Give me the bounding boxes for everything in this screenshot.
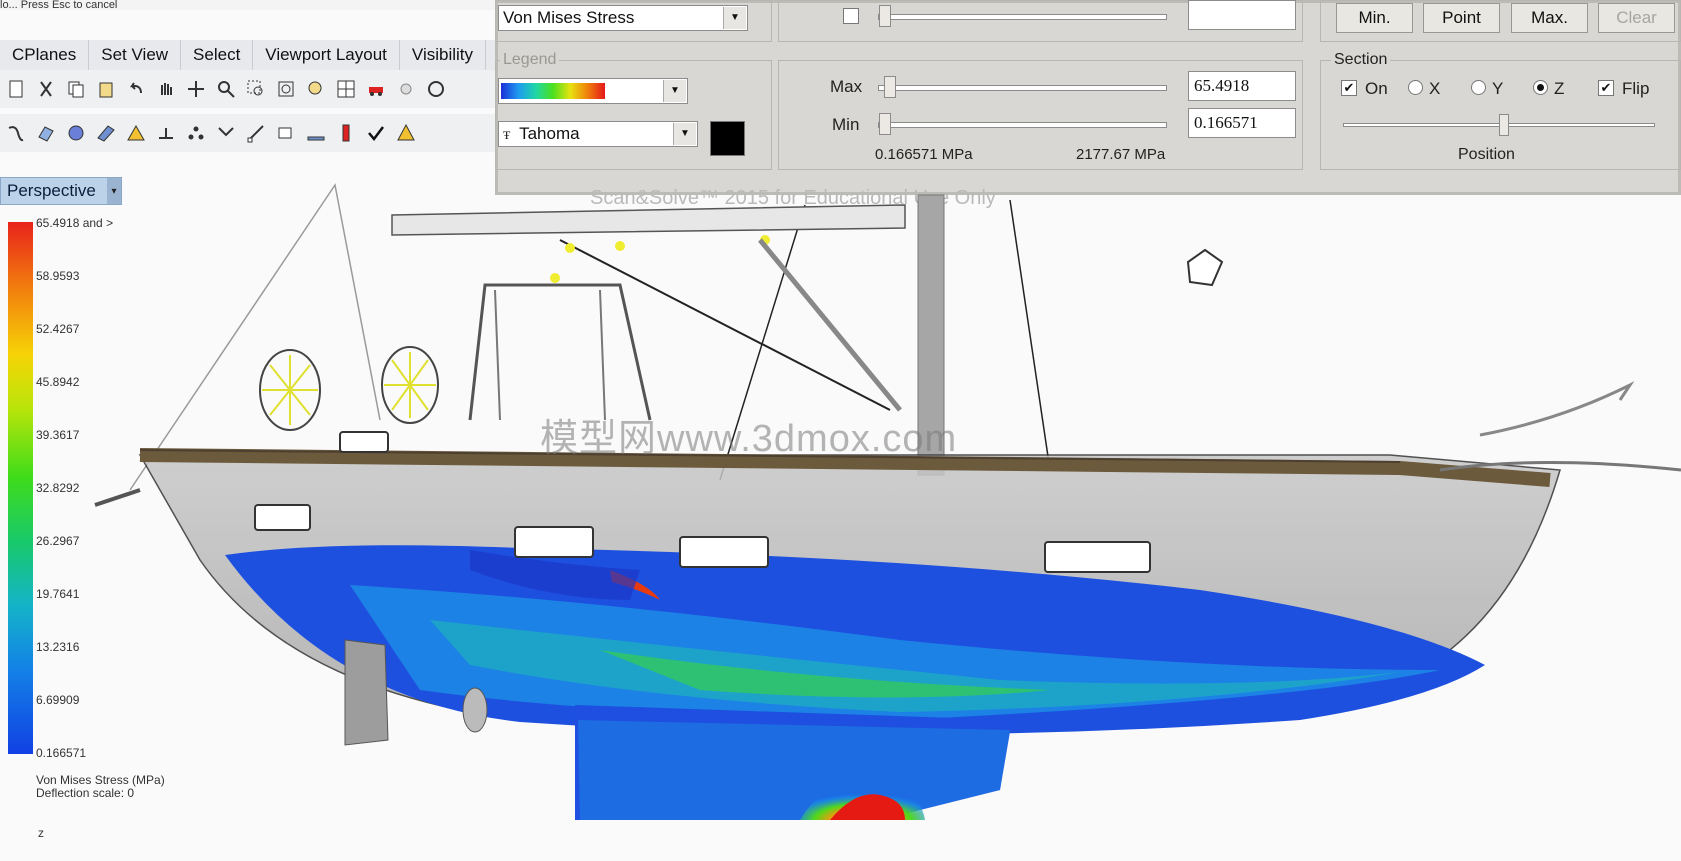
light-icon[interactable] <box>394 77 418 101</box>
top-value-field[interactable] <box>1188 0 1296 30</box>
edit-points-icon[interactable] <box>244 121 268 145</box>
zoom-extents-icon[interactable] <box>274 77 298 101</box>
section-on-checkbox[interactable]: ✔ <box>1341 80 1357 96</box>
render-icon[interactable] <box>124 121 148 145</box>
section-flip-label: Flip <box>1622 79 1650 98</box>
rotate-view-icon[interactable] <box>184 77 208 101</box>
drafting-icon[interactable] <box>304 121 328 145</box>
point-button[interactable]: Point <box>1423 3 1500 33</box>
tab-visibility[interactable]: Visibility <box>400 40 486 70</box>
zoom-icon[interactable] <box>214 77 238 101</box>
top-slider-track[interactable] <box>878 5 1167 27</box>
new-file-icon[interactable] <box>4 77 28 101</box>
color-map-select[interactable]: ▼ <box>498 78 688 104</box>
tab-set-view[interactable]: Set View <box>89 40 182 70</box>
tab-viewport-layout[interactable]: Viewport Layout <box>253 40 400 70</box>
site-watermark: 模型网www.3dmox.com <box>540 418 958 460</box>
max-mpa-readout: 2177.67 MPa <box>1076 146 1166 163</box>
command-prompt: lo... Press Esc to cancel <box>0 0 495 10</box>
color-map-dropdown-icon[interactable]: ▼ <box>663 80 686 102</box>
copy-icon[interactable] <box>64 77 88 101</box>
clear-button[interactable]: Clear <box>1598 3 1675 33</box>
scan-solve-dialog: Von Mises Stress ▼ Legend ▼ Ŧ Tahoma ▼ M… <box>495 0 1681 195</box>
pan-hand-icon[interactable] <box>154 77 178 101</box>
curve-icon[interactable] <box>4 121 28 145</box>
transform-icon[interactable] <box>214 121 238 145</box>
sphere-icon[interactable] <box>64 121 88 145</box>
mesh-icon[interactable] <box>94 121 118 145</box>
section-position-thumb[interactable] <box>1499 114 1509 136</box>
analyze-icon[interactable] <box>274 121 298 145</box>
toolbar-tabs: CPlanes Set View Select Viewport Layout … <box>0 40 495 71</box>
max-button[interactable]: Max. <box>1511 3 1588 33</box>
paste-icon[interactable] <box>94 77 118 101</box>
result-type-value: Von Mises Stress <box>503 8 635 27</box>
top-checkbox[interactable] <box>843 8 859 24</box>
surface-icon[interactable] <box>34 121 58 145</box>
solver-icon[interactable] <box>334 121 358 145</box>
max-label: Max <box>830 77 863 96</box>
min-label: Min <box>832 115 860 134</box>
points-icon[interactable] <box>184 121 208 145</box>
zoom-window-icon[interactable] <box>244 77 268 101</box>
result-type-select[interactable]: Von Mises Stress ▼ <box>498 5 748 31</box>
min-slider-thumb[interactable] <box>879 113 891 135</box>
toolbar-row-2 <box>0 114 495 152</box>
warning-icon[interactable] <box>394 121 418 145</box>
check-icon[interactable] <box>364 121 388 145</box>
zoom-selected-icon[interactable] <box>304 77 328 101</box>
tab-select[interactable]: Select <box>181 40 254 70</box>
section-flip-checkbox[interactable]: ✔ <box>1598 80 1614 96</box>
undo-icon[interactable] <box>124 77 148 101</box>
text-color-swatch[interactable] <box>710 121 745 156</box>
dimension-icon[interactable] <box>154 121 178 145</box>
section-position-label: Position <box>1458 146 1515 163</box>
section-z-radio[interactable] <box>1533 80 1548 95</box>
tab-cplanes[interactable]: CPlanes <box>0 40 90 70</box>
section-x-label: X <box>1429 79 1441 98</box>
font-select[interactable]: Ŧ Tahoma ▼ <box>498 121 698 147</box>
cut-icon[interactable] <box>34 77 58 101</box>
max-slider-track[interactable] <box>878 76 1167 98</box>
four-viewports-icon[interactable] <box>334 77 358 101</box>
section-on-label: On <box>1365 79 1388 98</box>
max-value-field[interactable]: 65.4918 <box>1188 71 1296 101</box>
max-slider-thumb[interactable] <box>884 76 896 98</box>
min-mpa-readout: 0.166571 MPa <box>875 146 973 163</box>
section-y-label: Y <box>1492 79 1504 98</box>
section-y-radio[interactable] <box>1471 80 1486 95</box>
properties-icon[interactable] <box>424 77 448 101</box>
section-z-label: Z <box>1554 79 1565 98</box>
toolbar-row-1 <box>0 70 495 108</box>
yacht-model[interactable] <box>0 180 1681 861</box>
result-type-dropdown-icon[interactable]: ▼ <box>723 7 746 29</box>
min-value-field[interactable]: 0.166571 <box>1188 108 1296 138</box>
color-map-swatch <box>501 83 605 99</box>
min-slider-track[interactable] <box>878 113 1167 135</box>
car-icon[interactable] <box>364 77 388 101</box>
section-title: Section <box>1331 51 1391 69</box>
top-slider-thumb[interactable] <box>879 5 891 27</box>
font-type-icon: Ŧ <box>503 128 511 142</box>
font-dropdown-icon[interactable]: ▼ <box>673 123 696 145</box>
font-value: Tahoma <box>519 124 580 143</box>
min-button[interactable]: Min. <box>1336 3 1413 33</box>
section-x-radio[interactable] <box>1408 80 1423 95</box>
section-position-track[interactable] <box>1343 114 1655 136</box>
legend-group-title: Legend <box>500 51 560 69</box>
